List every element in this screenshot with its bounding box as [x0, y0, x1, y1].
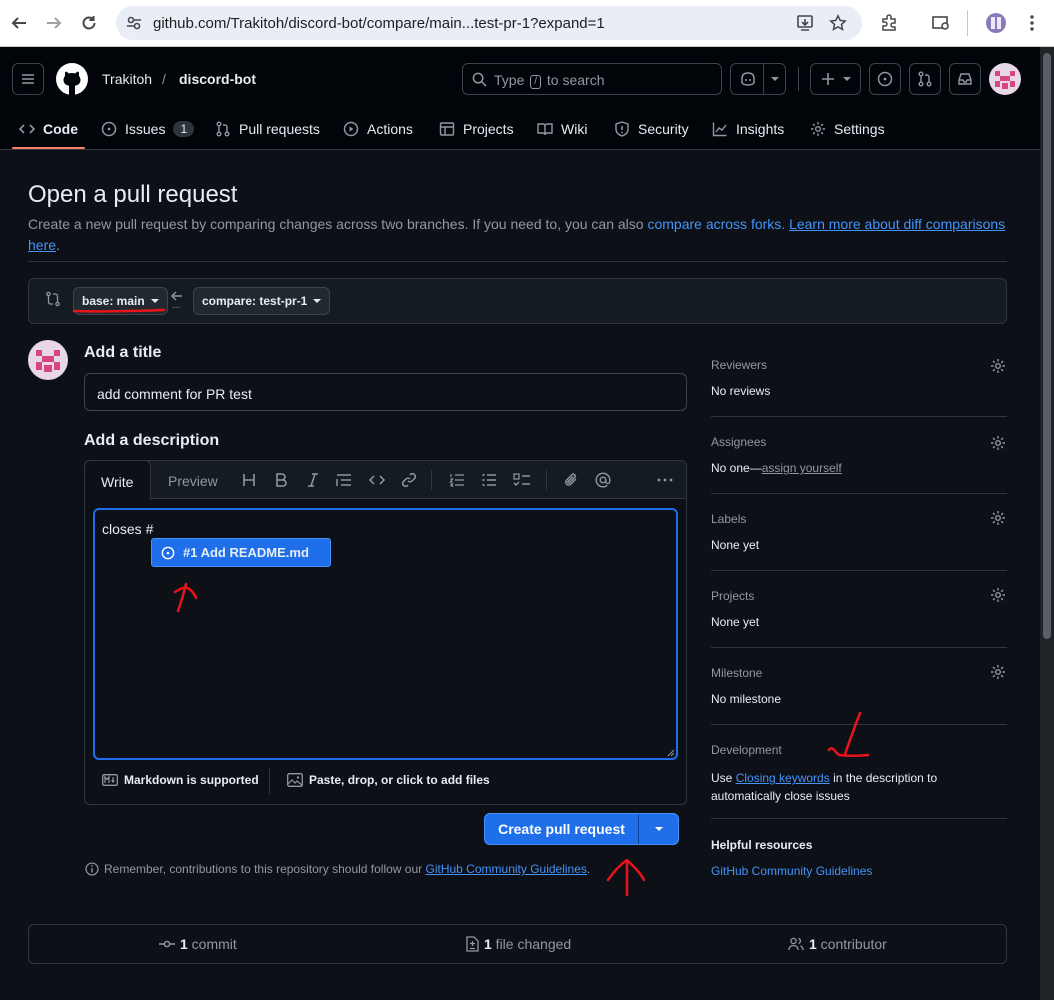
annotation-arrow-create	[606, 858, 646, 897]
annotation-check-mark	[827, 711, 870, 757]
annotation-underline	[72, 308, 166, 313]
annotation-layer	[72, 308, 870, 897]
annotation-arrow-suggestion	[173, 582, 198, 613]
